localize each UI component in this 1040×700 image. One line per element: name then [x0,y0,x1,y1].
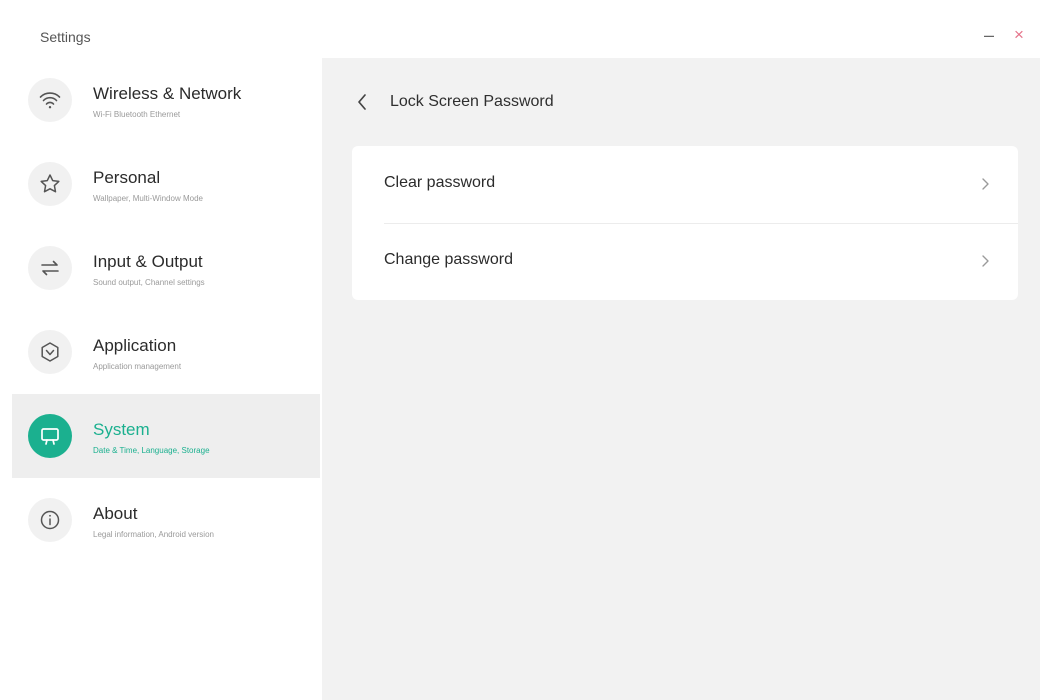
sidebar-item-label: Wireless & Network [93,84,242,103]
page-title: Lock Screen Password [390,93,554,110]
sidebar-item-input-output[interactable]: Input & Output Sound output, Channel set… [12,226,320,310]
settings-sidebar: Wireless & Network Wi-Fi Bluetooth Ether… [0,58,320,700]
sidebar-item-subtitle: Application management [93,362,182,371]
application-hexagon-icon [28,330,72,374]
password-options-card: Clear password Change password [352,146,1018,300]
info-icon [28,498,72,542]
clear-password-label: Clear password [384,174,496,191]
close-button[interactable]: × [1008,24,1030,46]
sidebar-item-application[interactable]: Application Application management [12,310,320,394]
sidebar-item-subtitle: Wallpaper, Multi-Window Mode [93,194,203,203]
sidebar-item-label: Input & Output [93,252,203,271]
sidebar-item-wireless-network[interactable]: Wireless & Network Wi-Fi Bluetooth Ether… [12,58,320,142]
sidebar-item-system[interactable]: System Date & Time, Language, Storage [12,394,320,478]
change-password-row[interactable]: Change password [352,223,1018,300]
sidebar-item-personal[interactable]: Personal Wallpaper, Multi-Window Mode [12,142,320,226]
sidebar-item-subtitle: Wi-Fi Bluetooth Ethernet [93,110,181,119]
sidebar-item-about[interactable]: About Legal information, Android version [12,478,320,562]
sidebar-item-label: System [93,420,150,439]
chevron-left-icon [358,94,366,110]
sidebar-item-subtitle: Legal information, Android version [93,530,214,539]
sidebar-item-label: Personal [93,168,161,187]
monitor-icon [28,414,72,458]
chevron-right-icon [978,174,992,194]
minimize-button[interactable]: – [978,24,1000,46]
window-title: Settings [40,29,91,45]
sidebar-item-subtitle: Date & Time, Language, Storage [93,446,210,455]
star-icon [28,162,72,206]
chevron-right-icon [978,251,992,271]
change-password-label: Change password [384,251,513,268]
clear-password-row[interactable]: Clear password [352,146,1018,223]
sidebar-item-subtitle: Sound output, Channel settings [93,278,205,287]
sidebar-item-label: About [93,504,138,523]
wifi-icon [28,78,72,122]
swap-arrows-icon [28,246,72,290]
sidebar-item-label: Application [93,336,177,355]
settings-content: Lock Screen Password Clear password Chan… [322,58,1040,700]
back-button[interactable] [350,88,374,116]
title-bar: Settings – × [0,0,1040,64]
